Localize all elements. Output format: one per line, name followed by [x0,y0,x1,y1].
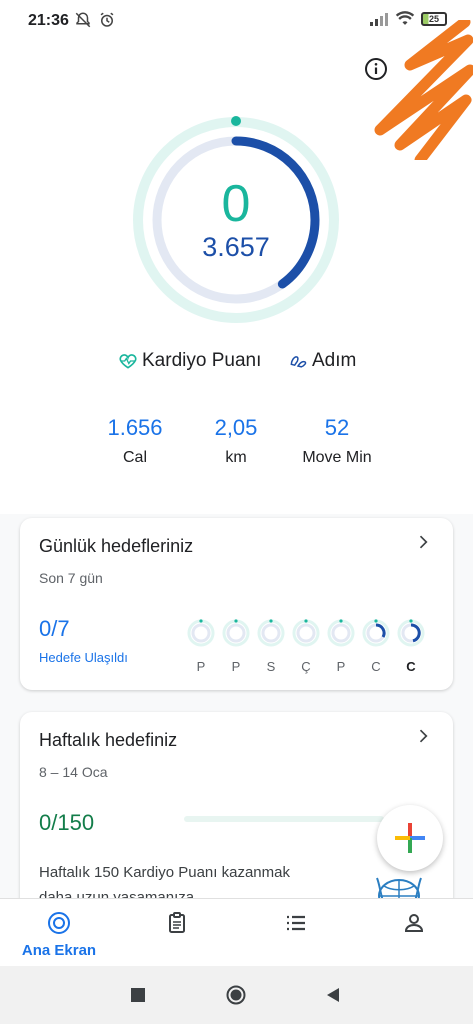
daily-score: 0/7 [39,616,70,641]
browse-icon [287,915,305,931]
home-button-icon[interactable] [226,985,246,1005]
day-item[interactable]: C [361,618,391,674]
nav-journal[interactable] [132,911,222,940]
notifications-off-icon [75,12,91,28]
day-ring-icon [187,619,215,647]
card-title: Haftalık hedefiniz [39,730,178,750]
day-ring-icon [327,619,355,647]
status-time: 21:36 [28,12,69,29]
nav-browse[interactable] [251,911,341,940]
daily-goals-card[interactable]: Günlük hedefleriniz Son 7 gün 0/7 Hedefe… [20,518,453,690]
wifi-icon [395,11,415,25]
stat-value: 52 [324,415,350,440]
day-label: P [336,659,346,674]
status-bar: 21:36 25 [0,0,473,44]
card-title: Günlük hedefleriniz [39,536,194,556]
bottom-navigation: Ana Ekran [0,898,473,966]
rings-legend: Kardiyo Puanı Adım [0,350,473,374]
battery-icon: 25 [421,12,447,26]
stat-move-minutes: 52 Move Min [277,415,397,467]
steps-value: 3.657 [202,232,270,262]
day-label: C [406,659,416,674]
add-button[interactable] [377,805,443,871]
plus-icon [395,823,425,853]
day-item[interactable]: S [256,618,286,674]
card-subtitle: 8 – 14 Oca [39,764,108,780]
legend-heart-label: Kardiyo Puanı [142,350,262,371]
weekly-progress-bar [184,816,384,822]
legend-steps: Adım [288,350,356,372]
alarm-icon [100,12,114,27]
day-ring-icon [397,619,425,647]
signal-icon [370,13,388,26]
day-label: S [266,659,276,674]
nav-home[interactable]: Ana Ekran [14,911,104,959]
nav-profile[interactable] [369,911,459,940]
week-days: P P S Ç P C C [186,618,430,674]
nav-home-label: Ana Ekran [21,942,97,959]
journal-icon [169,912,185,933]
legend-steps-label: Adım [312,350,357,371]
day-item[interactable]: P [326,618,356,674]
weekly-score: 0/150 [39,810,95,835]
heart-icon [119,354,137,369]
stat-label: Move Min [302,449,372,466]
legend-heart-points: Kardiyo Puanı [118,350,261,372]
day-item[interactable]: P [221,618,251,674]
day-ring-icon [292,619,320,647]
info-icon[interactable] [364,57,388,81]
profile-icon [404,914,424,932]
card-subtitle: Son 7 gün [39,570,103,586]
day-label: Ç [301,659,311,674]
chevron-right-icon[interactable] [413,532,433,552]
day-item[interactable]: Ç [291,618,321,674]
steps-icon [290,356,307,368]
day-label: P [196,659,206,674]
system-navigation-bar [0,966,473,1024]
home-icon [48,912,70,934]
recents-icon[interactable] [128,985,148,1005]
goal-reached-label: Hedefe Ulaşıldı [39,650,128,665]
day-label: C [371,659,381,674]
heart-progress-dot [231,116,241,126]
back-icon[interactable] [323,985,343,1005]
day-ring-icon [222,619,250,647]
day-ring-icon [257,619,285,647]
day-item-today[interactable]: C [396,618,426,674]
day-label: P [231,659,241,674]
day-item[interactable]: P [186,618,216,674]
chevron-right-icon[interactable] [413,726,433,746]
heart-points-value: 0 [221,175,251,233]
day-ring-icon [362,619,390,647]
